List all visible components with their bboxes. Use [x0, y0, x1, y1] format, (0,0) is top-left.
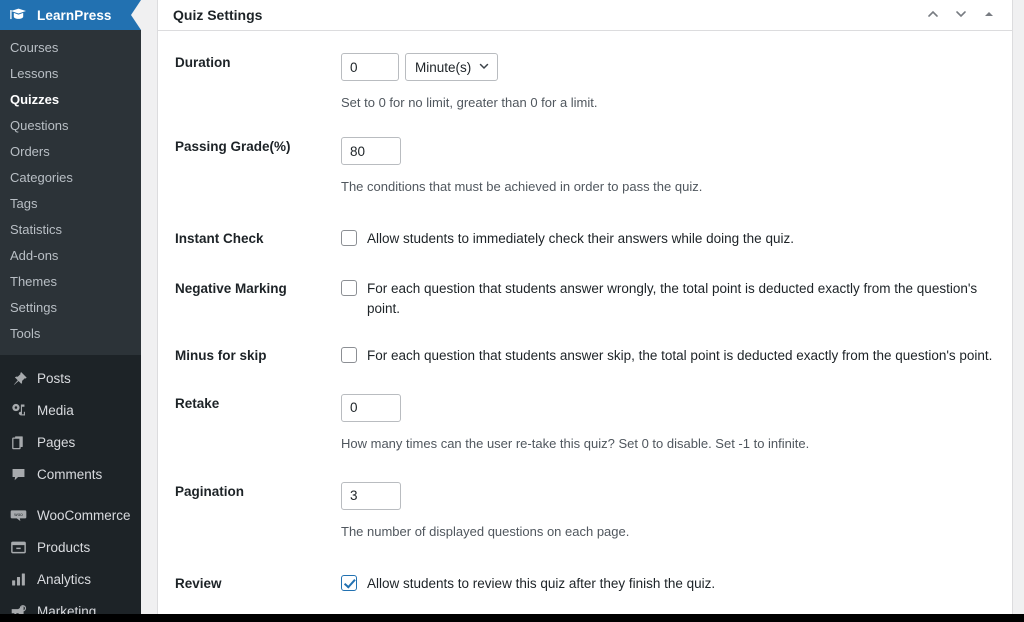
- menu-separator: [0, 490, 141, 499]
- sidebar-item-products[interactable]: Products: [0, 531, 141, 563]
- admin-sidebar: LearnPress Courses Lessons Quizzes Quest…: [0, 0, 141, 614]
- instant-check-checkbox[interactable]: [341, 230, 357, 247]
- sidebar-item-quizzes[interactable]: Quizzes: [0, 87, 141, 113]
- chevron-down-icon: [478, 60, 490, 75]
- row-review: Review Allow students to review this qui…: [158, 541, 1012, 594]
- chevron-up-icon: [926, 7, 940, 24]
- wordpress-menu: Posts Media Pages Comments woo WooCommer…: [0, 355, 141, 614]
- instant-check-label: Instant Check: [175, 231, 264, 247]
- sidebar-item-posts[interactable]: Posts: [0, 362, 141, 394]
- passing-grade-label: Passing Grade(%): [175, 139, 291, 155]
- page-title: Quiz Settings: [173, 7, 263, 23]
- row-duration: Duration Minute(s) Set: [158, 31, 1012, 112]
- pagination-label: Pagination: [175, 483, 245, 499]
- pages-icon: [8, 432, 28, 452]
- row-retake: Retake How many times can the user re-ta…: [158, 366, 1012, 453]
- settings-form: Duration Minute(s) Set: [158, 31, 1012, 614]
- row-minus-for-skip: Minus for skip For each question that st…: [158, 318, 1012, 366]
- negative-marking-checkbox[interactable]: [341, 279, 357, 296]
- duration-unit-value: Minute(s): [415, 59, 472, 75]
- passing-grade-help: The conditions that must be achieved in …: [341, 179, 703, 195]
- minus-for-skip-checkbox[interactable]: [341, 347, 357, 364]
- duration-help: Set to 0 for no limit, greater than 0 fo…: [341, 95, 598, 110]
- admin-screen: LearnPress Courses Lessons Quizzes Quest…: [0, 0, 1024, 622]
- sidebar-item-label: Analytics: [37, 571, 92, 587]
- pagination-input[interactable]: [341, 481, 401, 510]
- sidebar-item-marketing[interactable]: Marketing: [0, 595, 141, 614]
- learnpress-brand-header[interactable]: LearnPress: [0, 0, 141, 30]
- retake-input[interactable]: [341, 393, 401, 422]
- minus-for-skip-text: For each question that students answer s…: [367, 348, 993, 364]
- sidebar-item-label: Products: [37, 539, 91, 555]
- negative-marking-text: For each question that students answer w…: [367, 280, 978, 316]
- sidebar-item-questions[interactable]: Questions: [0, 113, 141, 139]
- sidebar-item-label: Comments: [37, 466, 103, 482]
- quiz-settings-panel: Quiz Settings Duration 0 Minute(s) Set t…: [157, 0, 1013, 614]
- caret-up-icon: [983, 8, 995, 23]
- sidebar-item-label: Posts: [37, 370, 71, 386]
- sidebar-item-label: Media: [37, 402, 74, 418]
- review-checkbox[interactable]: [341, 575, 357, 591]
- sidebar-item-analytics[interactable]: Analytics: [0, 563, 141, 595]
- sidebar-item-statistics[interactable]: Statistics: [0, 217, 141, 243]
- pagination-help: The number of displayed questions on eac…: [341, 523, 630, 539]
- graduation-cap-icon: [9, 8, 28, 23]
- row-pagination: Pagination The number of displayed quest…: [158, 453, 1012, 541]
- instant-check-text: Allow students to immediately check thei…: [367, 231, 794, 247]
- panel-header: Quiz Settings: [158, 0, 1012, 31]
- row-instant-check: Instant Check Allow students to immediat…: [158, 196, 1012, 249]
- review-text: Allow students to review this quiz after…: [367, 576, 716, 591]
- sidebar-item-courses[interactable]: Courses: [0, 35, 141, 61]
- panel-header-actions: [920, 0, 1002, 31]
- chevron-down-icon: [954, 7, 968, 24]
- toggle-panel-button[interactable]: [976, 3, 1002, 29]
- duration-input[interactable]: [341, 53, 399, 81]
- minus-for-skip-label: Minus for skip: [175, 348, 267, 364]
- woocommerce-icon: woo: [8, 505, 28, 525]
- review-label: Review: [175, 576, 222, 591]
- pin-icon: [8, 368, 28, 388]
- bottom-bar: [0, 614, 1024, 622]
- move-down-button[interactable]: [948, 3, 974, 29]
- comment-icon: [8, 464, 28, 484]
- megaphone-icon: [8, 601, 28, 614]
- sidebar-item-woocommerce[interactable]: woo WooCommerce: [0, 499, 141, 531]
- products-icon: [8, 537, 28, 557]
- analytics-icon: [8, 569, 28, 589]
- sidebar-item-addons[interactable]: Add-ons: [0, 243, 141, 269]
- duration-label: Duration: [175, 55, 231, 70]
- row-passing-grade: Passing Grade(%) The conditions that mus…: [158, 112, 1012, 196]
- sidebar-item-themes[interactable]: Themes: [0, 269, 141, 295]
- learnpress-submenu: Courses Lessons Quizzes Questions Orders…: [0, 30, 141, 355]
- retake-help: How many times can the user re-take this…: [341, 435, 810, 451]
- sidebar-item-label: WooCommerce: [37, 507, 131, 523]
- duration-unit-select[interactable]: Minute(s): [405, 53, 499, 81]
- sidebar-item-settings[interactable]: Settings: [0, 295, 141, 321]
- sidebar-item-pages[interactable]: Pages: [0, 426, 141, 458]
- media-icon: [8, 400, 28, 420]
- right-gutter: [1014, 0, 1024, 614]
- sidebar-item-media[interactable]: Media: [0, 394, 141, 426]
- learnpress-brand-label: LearnPress: [37, 7, 112, 23]
- svg-text:woo: woo: [14, 512, 23, 517]
- passing-grade-input[interactable]: [341, 137, 401, 166]
- sidebar-item-categories[interactable]: Categories: [0, 165, 141, 191]
- sidebar-item-comments[interactable]: Comments: [0, 458, 141, 490]
- sidebar-item-tools[interactable]: Tools: [0, 321, 141, 347]
- retake-label: Retake: [175, 395, 220, 411]
- sidebar-item-tags[interactable]: Tags: [0, 191, 141, 217]
- row-negative-marking: Negative Marking For each question that …: [158, 249, 1012, 318]
- sidebar-item-label: Pages: [37, 434, 76, 450]
- negative-marking-label: Negative Marking: [175, 280, 287, 296]
- sidebar-item-label: Marketing: [37, 603, 97, 615]
- sidebar-item-orders[interactable]: Orders: [0, 139, 141, 165]
- move-up-button[interactable]: [920, 3, 946, 29]
- row-show-correct-answer: Show the correct answer Allow students t…: [158, 594, 1012, 614]
- sidebar-item-lessons[interactable]: Lessons: [0, 61, 141, 87]
